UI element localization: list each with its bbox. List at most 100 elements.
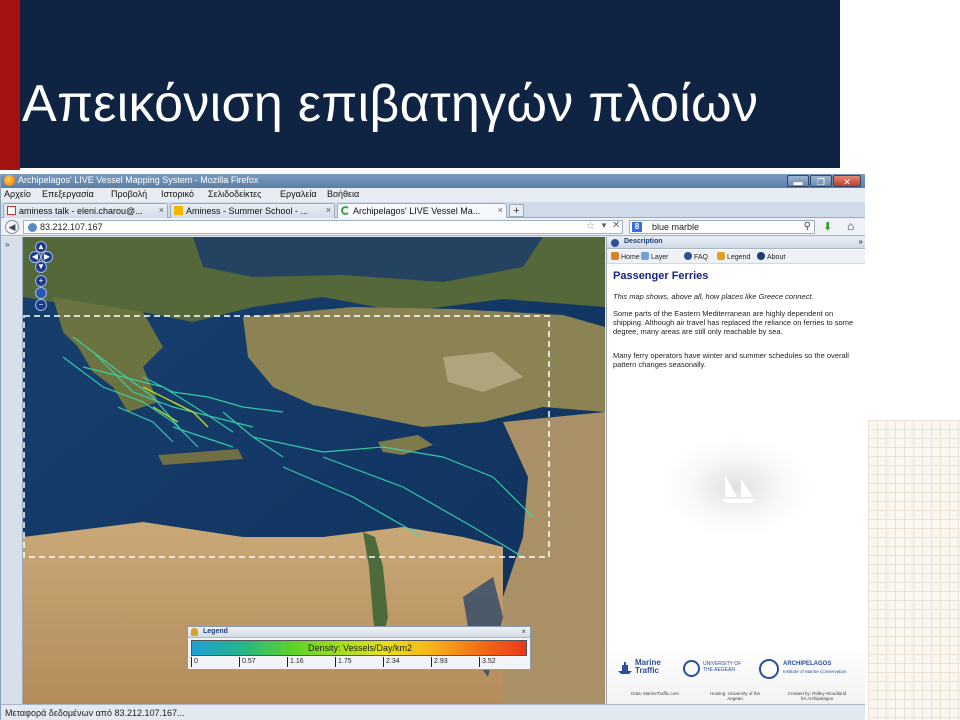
- tab-label: aminess talk - eleni.charou@...: [19, 206, 143, 216]
- description-icon: [611, 239, 619, 247]
- menu-bar: Αρχείο Επεξεργασία Προβολή Ιστορικό Σελι…: [1, 188, 865, 202]
- nav-home[interactable]: Home: [611, 252, 640, 261]
- map-pan-zoom-controls: ▲ ◀ ▶ ▼ + −: [29, 241, 53, 311]
- aegean-logo[interactable]: UNIVERSITY OF THE AEGEAN: [703, 661, 749, 673]
- firefox-icon: [4, 175, 15, 186]
- menu-help[interactable]: Βοήθεια: [327, 189, 359, 199]
- lamp-icon: [717, 252, 725, 260]
- archipelagos-name: ARCHIPELAGOS: [783, 661, 832, 667]
- navigation-bar: ◀ 83.212.107.167 ☆ ▼ ✕ 8 blue marble ⚲ ⬇…: [1, 218, 865, 236]
- description-paragraph: This map shows, above all, how places li…: [613, 292, 814, 301]
- tab-label: Archipelagos' LIVE Vessel Ma...: [353, 206, 481, 216]
- tab-close-icon[interactable]: ×: [498, 205, 503, 215]
- tab-slides[interactable]: Aminess - Summer School - ... ×: [170, 203, 335, 218]
- nav-faq[interactable]: FAQ: [684, 252, 708, 261]
- tab-close-icon[interactable]: ×: [326, 205, 331, 215]
- nav-layer[interactable]: Layer: [641, 252, 669, 261]
- nav-about-label: About: [767, 254, 786, 261]
- close-window-button[interactable]: ✕: [833, 175, 861, 187]
- menu-file[interactable]: Αρχείο: [4, 189, 31, 199]
- density-gradient: Density: Vessels/Day/km2: [191, 640, 527, 656]
- gmail-icon: [7, 206, 16, 215]
- slide-title: Απεικόνιση επιβατηγών πλοίων: [22, 75, 759, 133]
- credit-data: Data: MarineTraffic.com: [631, 691, 679, 696]
- nav-about[interactable]: About: [757, 252, 785, 261]
- density-ticks: 0 0.57 1.16 1.75 2.34 2.93 3.52: [191, 657, 527, 669]
- zoom-in-icon[interactable]: +: [35, 275, 47, 287]
- tick-label: 3.52: [479, 657, 496, 667]
- tab-close-icon[interactable]: ×: [159, 205, 164, 215]
- chevron-down-icon[interactable]: ▼: [600, 221, 608, 230]
- legend-panel: Legend × Density: Vessels/Day/km2 0 0.57…: [187, 626, 531, 670]
- marinetraffic-logo[interactable]: Marine Traffic: [635, 659, 679, 675]
- map-sidebar-strip: »: [1, 237, 23, 704]
- aegean-seal-icon: [683, 660, 700, 677]
- tick-label: 2.93: [431, 657, 448, 667]
- window-title: Archipelagos' LIVE Vessel Mapping System…: [18, 175, 259, 185]
- nav-faq-label: FAQ: [694, 254, 709, 261]
- description-nav: Home Layer FAQ Legend About: [607, 250, 865, 264]
- tab-label: Aminess - Summer School - ...: [186, 206, 309, 216]
- maximize-button[interactable]: ❐: [810, 175, 832, 187]
- menu-view[interactable]: Προβολή: [111, 189, 147, 199]
- archipelagos-logo[interactable]: ARCHIPELAGOS Institute of Marine Conserv…: [783, 661, 863, 676]
- sailboat-icon: [721, 475, 757, 503]
- menu-edit[interactable]: Επεξεργασία: [42, 189, 94, 199]
- description-paragraph: Some parts of the Eastern Mediterranean …: [613, 309, 854, 336]
- menu-bookmarks[interactable]: Σελιδοδείκτες: [208, 189, 262, 199]
- red-accent-stripe: [0, 0, 20, 170]
- home-icon: [611, 252, 619, 260]
- status-bar: Μεταφορά δεδομένων από 83.212.107.167...: [1, 704, 865, 720]
- description-panel: Description » Home Layer FAQ Legend Abou…: [606, 237, 865, 704]
- layer-title: Passenger Ferries: [613, 270, 709, 282]
- tick-label: 1.16: [287, 657, 304, 667]
- url-bar[interactable]: 83.212.107.167 ☆ ▼ ✕: [23, 220, 623, 234]
- archipelagos-logo-icon: [759, 659, 779, 679]
- browser-window: Archipelagos' LIVE Vessel Mapping System…: [0, 174, 865, 720]
- zoom-out-icon[interactable]: −: [35, 299, 47, 311]
- collapse-icon[interactable]: »: [859, 237, 863, 246]
- nav-legend[interactable]: Legend: [717, 252, 750, 261]
- new-tab-button[interactable]: +: [509, 204, 524, 217]
- tab-vessel-mapping[interactable]: Archipelagos' LIVE Vessel Ma... ×: [337, 203, 507, 218]
- google-icon[interactable]: 8: [632, 222, 642, 232]
- nav-layer-label: Layer: [651, 254, 669, 261]
- legend-title: Legend: [203, 628, 228, 635]
- download-icon[interactable]: ⬇: [823, 220, 832, 233]
- tick-label: 0.57: [239, 657, 256, 667]
- layer-icon: [641, 252, 649, 260]
- credit-hosting: Hosting: University of the Aegean: [709, 691, 761, 701]
- description-paragraph: Many ferry operators have winter and sum…: [613, 351, 849, 369]
- search-text: blue marble: [652, 222, 700, 232]
- zoom-world-icon[interactable]: [35, 287, 47, 299]
- menu-tools[interactable]: Εργαλεία: [280, 189, 317, 199]
- decorative-grid: [868, 420, 960, 720]
- minimize-button[interactable]: ▬: [787, 175, 809, 187]
- pan-down-icon[interactable]: ▼: [35, 261, 47, 273]
- search-icon[interactable]: ⚲: [804, 221, 811, 232]
- expand-icon[interactable]: »: [5, 240, 9, 249]
- description-header: Description »: [607, 237, 865, 249]
- url-text: 83.212.107.167: [40, 222, 103, 232]
- legend-lamp-icon: [191, 628, 198, 636]
- sponsor-footer: Marine Traffic UNIVERSITY OF THE AEGEAN …: [607, 647, 865, 704]
- menu-history[interactable]: Ιστορικό: [161, 189, 194, 199]
- tick-label: 2.34: [383, 657, 400, 667]
- window-titlebar[interactable]: Archipelagos' LIVE Vessel Mapping System…: [1, 174, 865, 188]
- tick-label: 1.75: [335, 657, 352, 667]
- description-title: Description: [624, 238, 663, 245]
- credit-created: Created by: Ridley Woodland for Archipel…: [787, 691, 847, 701]
- stop-icon[interactable]: ✕: [612, 220, 620, 231]
- about-icon: [757, 252, 765, 260]
- nav-home-label: Home: [621, 254, 640, 261]
- marinetraffic-logo-icon: [618, 662, 632, 674]
- loading-icon: [341, 206, 350, 215]
- archipelagos-subtitle: Institute of Marine Conservation: [783, 669, 847, 674]
- bookmark-star-icon[interactable]: ☆: [586, 221, 595, 232]
- back-button[interactable]: ◀: [5, 220, 19, 234]
- home-icon[interactable]: ⌂: [847, 219, 854, 233]
- slide: Απεικόνιση επιβατηγών πλοίων Archipelago…: [0, 0, 960, 720]
- legend-close-icon[interactable]: ×: [521, 627, 526, 636]
- tab-gmail[interactable]: aminess talk - eleni.charou@... ×: [3, 203, 168, 218]
- search-input[interactable]: 8 blue marble ⚲: [629, 220, 815, 234]
